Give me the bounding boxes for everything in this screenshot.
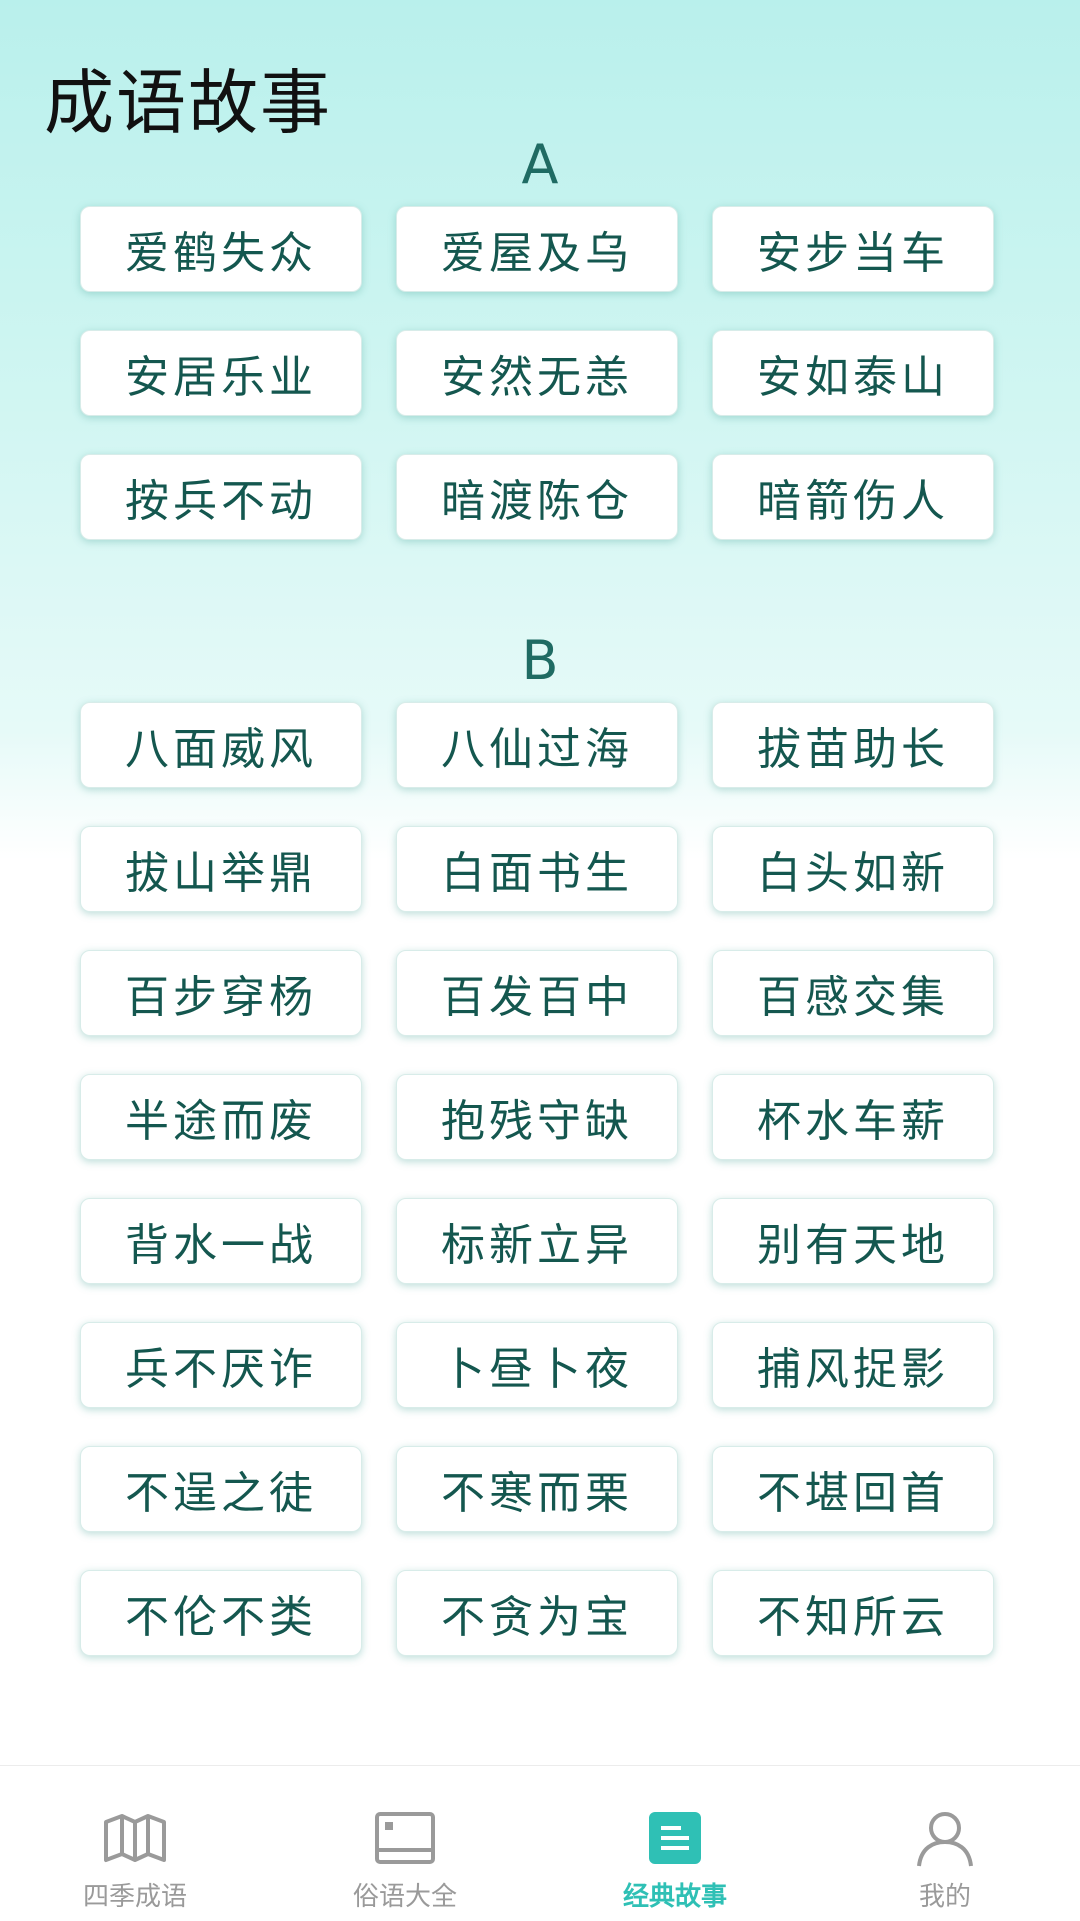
idiom-chip[interactable]: 百发百中 <box>396 950 678 1036</box>
idiom-chip[interactable]: 八面威风 <box>80 702 362 788</box>
idiom-grid: 八面威风 八仙过海 拔苗助长 拔山举鼎 白面书生 白头如新 百步穿杨 百发百中 … <box>80 702 1000 1656</box>
idiom-chip[interactable]: 不寒而栗 <box>396 1446 678 1532</box>
section-letter: A <box>521 133 559 196</box>
tab-mine[interactable]: 我的 <box>810 1766 1080 1921</box>
idiom-chip[interactable]: 拔苗助长 <box>712 702 994 788</box>
idiom-chip[interactable]: 杯水车薪 <box>712 1074 994 1160</box>
idiom-chip[interactable]: 安如泰山 <box>712 330 994 416</box>
idiom-chip[interactable]: 抱残守缺 <box>396 1074 678 1160</box>
idiom-chip[interactable]: 拔山举鼎 <box>80 826 362 912</box>
tab-label: 经典故事 <box>622 1882 727 1912</box>
map-book-icon <box>100 1808 170 1868</box>
bottom-tab-bar: 四季成语 俗语大全 经典故事 我的 <box>0 1765 1080 1921</box>
idiom-chip[interactable]: 不贪为宝 <box>396 1570 678 1656</box>
idiom-chip[interactable]: 半途而废 <box>80 1074 362 1160</box>
idiom-chip[interactable]: 兵不厌诈 <box>80 1322 362 1408</box>
idiom-chip[interactable]: 不伦不类 <box>80 1570 362 1656</box>
idiom-chip[interactable]: 爱鹤失众 <box>80 206 362 292</box>
idiom-chip[interactable]: 不逞之徒 <box>80 1446 362 1532</box>
idiom-chip[interactable]: 爱屋及乌 <box>396 206 678 292</box>
idiom-chip[interactable]: 暗渡陈仓 <box>396 454 678 540</box>
idiom-chip[interactable]: 按兵不动 <box>80 454 362 540</box>
tab-label: 我的 <box>918 1882 971 1912</box>
idiom-chip[interactable]: 百感交集 <box>712 950 994 1036</box>
tab-label: 俗语大全 <box>352 1882 457 1912</box>
tab-label: 四季成语 <box>82 1882 187 1912</box>
idiom-chip[interactable]: 安步当车 <box>712 206 994 292</box>
user-icon <box>910 1808 980 1868</box>
idiom-grid: 爱鹤失众 爱屋及乌 安步当车 安居乐业 安然无恙 安如泰山 按兵不动 暗渡陈仓 … <box>80 206 1000 540</box>
idiom-chip[interactable]: 不知所云 <box>712 1570 994 1656</box>
idiom-chip[interactable]: 别有天地 <box>712 1198 994 1284</box>
idiom-chip[interactable]: 背水一战 <box>80 1198 362 1284</box>
idiom-chip[interactable]: 百步穿杨 <box>80 950 362 1036</box>
tab-proverbs[interactable]: 俗语大全 <box>270 1766 540 1921</box>
idiom-chip[interactable]: 白头如新 <box>712 826 994 912</box>
idiom-chip[interactable]: 捕风捉影 <box>712 1322 994 1408</box>
idiom-chip[interactable]: 不堪回首 <box>712 1446 994 1532</box>
idiom-chip[interactable]: 卜昼卜夜 <box>396 1322 678 1408</box>
idiom-chip[interactable]: 暗箭伤人 <box>712 454 994 540</box>
idiom-chip[interactable]: 白面书生 <box>396 826 678 912</box>
idiom-chip[interactable]: 八仙过海 <box>396 702 678 788</box>
idiom-chip[interactable]: 安然无恙 <box>396 330 678 416</box>
document-list-icon <box>640 1808 710 1868</box>
idiom-chip[interactable]: 标新立异 <box>396 1198 678 1284</box>
picture-frame-icon <box>370 1808 440 1868</box>
idiom-chip[interactable]: 安居乐业 <box>80 330 362 416</box>
tab-classic-stories[interactable]: 经典故事 <box>540 1766 810 1921</box>
section-letter: B <box>521 629 559 692</box>
story-list[interactable]: 成语故事 A 爱鹤失众 爱屋及乌 安步当车 安居乐业 安然无恙 安如泰山 按兵不… <box>0 0 1080 1765</box>
tab-seasons-idioms[interactable]: 四季成语 <box>0 1766 270 1921</box>
